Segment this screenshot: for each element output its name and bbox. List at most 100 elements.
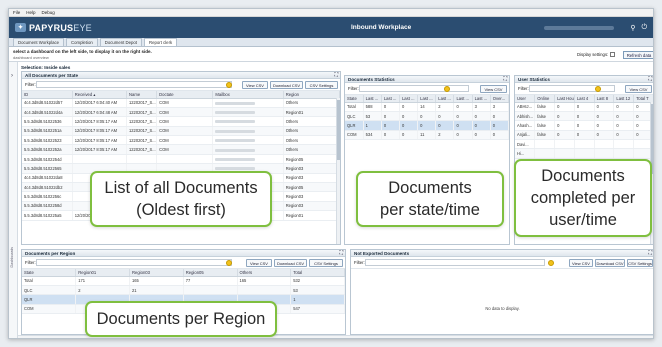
maximize-icon[interactable]: ⛶ [648, 76, 652, 82]
column-header[interactable]: Last ... [399, 95, 419, 103]
table-cell [534, 148, 556, 159]
table-row[interactable]: 5.5.3d8d8.51022523 12/20/2017 8:05:17 AM 1… [22, 135, 340, 146]
download-csv-button[interactable]: Download CSV [274, 259, 307, 267]
search-icon[interactable]: ⚲ [630, 24, 635, 32]
column-header[interactable]: Others [237, 269, 292, 277]
column-header[interactable]: Last 8 [594, 95, 615, 103]
table-row[interactable]: QLC 2 21 53 [22, 285, 345, 296]
column-header[interactable]: Region05 [183, 269, 238, 277]
view-csv-button[interactable]: View CSV [242, 81, 268, 89]
filter-input[interactable] [365, 259, 545, 266]
column-header[interactable]: Last 12 [613, 95, 635, 103]
download-csv-button[interactable]: Download CSV [270, 81, 303, 89]
column-header[interactable]: Name [126, 91, 158, 99]
table-row[interactable]: 5.5.3d8d8.51022536 12/20/2017 8:05:17 AM 1… [22, 116, 340, 127]
table-row[interactable]: Total 588 0 0 14 2 0 3 3 [345, 102, 509, 112]
column-header[interactable]: Online [534, 95, 556, 103]
display-settings-checkbox[interactable] [610, 52, 616, 57]
table-cell: 171 [75, 276, 130, 286]
filter-clear-icon[interactable] [595, 86, 601, 92]
maximize-icon[interactable]: ⛶ [503, 76, 507, 82]
column-header[interactable]: Last Hou [554, 95, 575, 103]
table-row[interactable]: 5.5.3d8d8.5102252a 12/20/2017 8:05:17 AM 1… [22, 144, 340, 155]
column-header[interactable]: State [345, 95, 364, 103]
filter-clear-icon[interactable] [226, 260, 232, 266]
column-header[interactable]: Region01 [75, 269, 130, 277]
table-cell: Abhish... [515, 111, 536, 122]
table-row[interactable]: 5.5.3d8d8.5102251a 12/20/2017 8:05:17 AM 1… [22, 126, 340, 137]
csv-settings-button[interactable]: CSV Settings [627, 259, 653, 267]
table-row[interactable]: QLC 53 0 0 0 0 0 0 0 [345, 111, 509, 122]
view-csv-button[interactable]: View CSV [625, 85, 652, 93]
filter-input[interactable] [529, 85, 615, 92]
table-row[interactable]: 4c4.3d8d8.51022d4a 12/20/2017 6:04:48 AM 1… [22, 107, 340, 118]
column-header[interactable]: Mailbox [212, 91, 284, 99]
menu-debug[interactable]: Debug [42, 10, 55, 15]
dashboard-toolbar: select a dashboard on the left side, to … [9, 48, 653, 62]
table-cell: 0 [435, 111, 455, 122]
tab-document-workplace[interactable]: Document Workplace [13, 38, 64, 46]
refresh-data-button[interactable]: Refresh data [623, 51, 653, 59]
filter-row: Filter: View CSV Download CSV CSV Settin… [22, 79, 340, 91]
column-header[interactable]: Total [290, 269, 345, 277]
column-header[interactable]: Region [283, 91, 340, 99]
maximize-icon[interactable]: ⛶ [334, 72, 338, 78]
table-cell: 5.5.3d8d8.5102252a [22, 144, 73, 155]
table-row[interactable]: QLR 1 0 0 0 0 0 0 0 [345, 120, 509, 131]
column-header[interactable]: Region03 [129, 269, 184, 277]
filter-clear-icon[interactable] [226, 82, 232, 88]
column-header[interactable]: User [515, 95, 536, 103]
table-row[interactable]: ABHIJ... false 0 0 0 0 0 [515, 102, 653, 112]
csv-settings-button[interactable]: CSV Settings [309, 259, 343, 267]
column-header[interactable]: State [22, 269, 77, 277]
menu-help[interactable]: Help [26, 10, 35, 15]
maximize-icon[interactable]: ⛶ [648, 250, 652, 256]
tab-report-clerk[interactable]: Report clerk [143, 38, 178, 46]
filter-clear-icon[interactable] [444, 86, 450, 92]
filter-input[interactable] [359, 85, 469, 92]
table-cell: 3 [472, 102, 491, 112]
download-csv-button[interactable]: Download CSV [595, 259, 625, 267]
tab-completion[interactable]: Completion [66, 38, 98, 46]
column-header[interactable]: Last ... [381, 95, 400, 103]
filter-input[interactable] [36, 81, 232, 88]
logout-icon[interactable]: ⏻ [641, 24, 647, 32]
table-row[interactable]: Total 171 165 77 165 532 [22, 276, 345, 286]
chevron-right-icon[interactable]: › [11, 73, 13, 79]
dashboard-sidebar-collapsed[interactable]: › Dashboards [9, 62, 18, 338]
column-header[interactable]: Last ... [417, 95, 437, 103]
table-cell: 0 [613, 111, 635, 122]
table-row[interactable]: Hi... [515, 148, 653, 159]
column-header[interactable]: Over... [490, 95, 509, 103]
table-cell: Region03 [283, 191, 340, 202]
column-header[interactable]: Total T [633, 95, 653, 103]
tab-document-depot[interactable]: Document Depot [99, 38, 142, 46]
csv-settings-button[interactable]: CSV Settings [305, 81, 338, 89]
column-header[interactable]: Last ... [453, 95, 473, 103]
column-header[interactable]: ID [22, 91, 73, 99]
view-csv-button[interactable]: View CSV [246, 259, 272, 267]
view-csv-button[interactable]: View CSV [480, 85, 507, 93]
column-header[interactable]: Last ... [472, 95, 491, 103]
table-row[interactable]: 4c4.3d8d8.51022d57 12/20/2017 6:04:40 AM 1… [22, 98, 340, 108]
table-row[interactable]: COM 534 0 0 11 2 0 0 0 [345, 130, 509, 141]
table-row[interactable]: Davi... [515, 139, 653, 150]
view-csv-button[interactable]: View CSV [569, 259, 593, 267]
column-header[interactable]: Received ▴ [72, 91, 127, 99]
table-cell: 12/20/2017 6:04:40 AM [72, 98, 127, 108]
table-row[interactable]: Anjali... false 0 0 0 0 0 [515, 130, 653, 141]
column-header[interactable]: Last ... [435, 95, 455, 103]
table-cell [574, 148, 595, 159]
maximize-icon[interactable]: ⛶ [339, 250, 343, 256]
table-cell: 12/20/2017 6:04:48 AM [72, 107, 127, 118]
table-row[interactable]: Abhish... false 0 0 0 0 0 [515, 111, 653, 122]
column-header[interactable]: Doctate [156, 91, 214, 99]
table-row[interactable]: 5.5.3d8d8.5102254d Region05 [22, 154, 340, 165]
scrollbar[interactable] [336, 98, 340, 244]
filter-clear-icon[interactable] [548, 260, 554, 266]
filter-input[interactable] [36, 259, 232, 266]
column-header[interactable]: Last 4 [574, 95, 595, 103]
menu-file[interactable]: File [13, 10, 20, 15]
column-header[interactable]: Last ... [363, 95, 382, 103]
table-row[interactable]: Ahash... false 0 0 0 0 0 [515, 120, 653, 131]
